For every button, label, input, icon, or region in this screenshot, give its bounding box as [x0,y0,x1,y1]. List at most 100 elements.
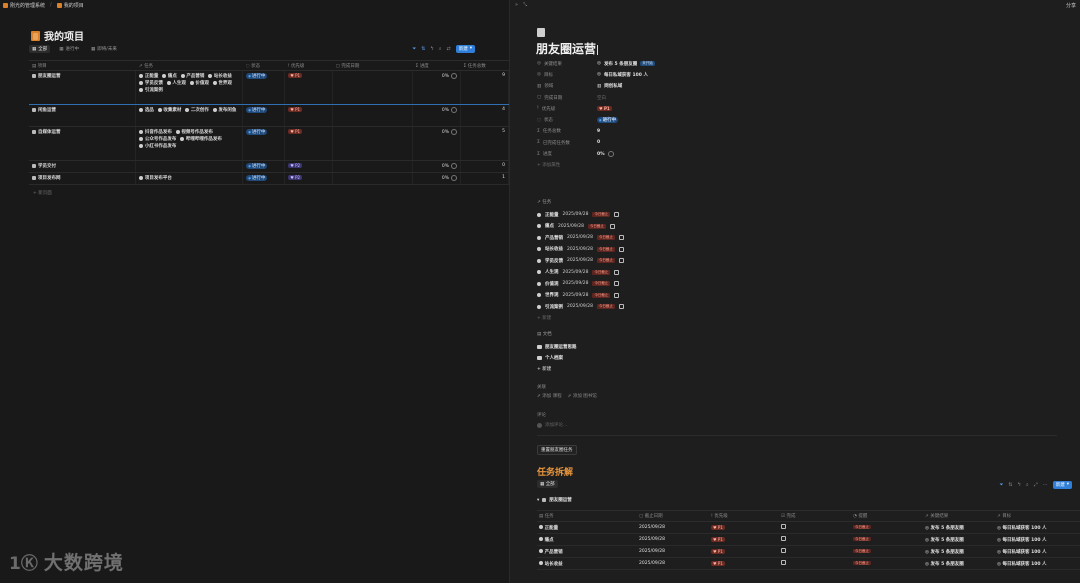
task-chip[interactable]: 产品营销 [180,73,204,79]
sort-icon[interactable]: ⇅ [421,46,425,52]
tab-upcoming[interactable]: ▦ 即将/未来 [88,45,120,53]
checkbox[interactable] [781,536,786,541]
priority-badge[interactable]: ♥ P1 [288,73,303,78]
task-chip[interactable]: 站长收益 [208,73,232,79]
collapse-icon[interactable]: » [515,2,518,8]
page-title-text[interactable]: 我的项目 [44,28,84,43]
table-row[interactable]: 痛点 2025/09/28 ♥ P1 今日截止 ◎ 发布 5 条朋友圈 ◎ 每日… [537,533,1080,546]
expand-icon[interactable]: ⤢ [1034,482,1038,488]
col-tasks[interactable]: ↗ 任务 [135,60,243,71]
breadcrumb-workspace[interactable]: 刚光的管理系统 [10,2,45,9]
add-row-button[interactable]: + 新页面 [33,190,52,196]
table-row[interactable]: 自媒体运营 抖音作品发布 视频号作品发布 公众号作品发布 哔哩哔哩作品发布 小红… [29,126,510,161]
col-count[interactable]: Σ 任务总数 [460,60,509,71]
task-chip[interactable]: 项目发布平台 [139,175,172,181]
col-project[interactable]: ▤ 项目 [29,60,136,71]
comment-input[interactable]: 添加评论... [545,422,567,428]
task-chip[interactable]: 公众号作品发布 [139,136,176,142]
col-date[interactable]: ▢ 完成日期 [332,60,413,71]
project-name[interactable]: 闲鱼运营 [38,107,56,113]
breadcrumb-page[interactable]: 我的项目 [64,2,84,9]
new-doc-button[interactable]: + 新建 [537,363,577,374]
checkbox[interactable] [618,235,624,241]
status-badge[interactable]: 进行中 [246,73,268,79]
date-cell[interactable] [332,70,414,105]
search-icon[interactable]: ⌕ [439,46,442,52]
list-item[interactable]: 世界观 2025/09/28 今日截止 [537,290,837,302]
checkbox[interactable] [781,524,786,529]
priority-badge[interactable]: ♥ P1 [711,560,725,566]
add-course-link[interactable]: ⇗ 添加 课程 [537,393,562,399]
status-badge[interactable]: 进行中 [246,163,268,169]
table-row[interactable]: 学员交付 进行中 ♥ P2 0% 0 [29,160,510,173]
filter-icon[interactable]: ⏷ [412,46,416,52]
new-button[interactable]: 新建 ▾ [455,45,475,53]
task-chip[interactable]: 正能量 [139,73,158,79]
table-row[interactable]: 朋友圈运营 正能量 痛点 产品营销 站长收益 学员反馈 人生观 价值观 世界观 … [29,70,510,105]
project-name[interactable]: 学员交付 [38,163,56,169]
task-chip[interactable]: 小红书作品发布 [139,143,176,149]
prop-status[interactable]: ◌状态 进行中 [537,114,837,125]
col-goal[interactable]: ↗ 目标 [995,510,1080,522]
table-row[interactable]: 产品营销 2025/09/28 ♥ P1 今日截止 ◎ 发布 5 条朋友圈 ◎ … [537,545,1080,558]
table-row[interactable]: 正能量 2025/09/28 ♥ P1 今日截止 ◎ 发布 5 条朋友圈 ◎ 每… [537,521,1080,534]
col-priority[interactable]: ! 优先级 [709,510,779,522]
prop-date[interactable]: ▢ 完成日期 空白 [537,92,837,103]
col-progress[interactable]: Σ 进度 [412,60,461,71]
date-cell[interactable] [332,104,414,127]
tab-all[interactable]: ▦ 全部 [537,480,558,488]
task-chip[interactable]: 学员反馈 [139,80,163,86]
priority-badge[interactable]: ♥ P2 [288,175,303,180]
task-chip[interactable]: 人生观 [166,80,186,86]
status-badge[interactable]: 进行中 [246,129,268,135]
checkbox[interactable] [614,292,620,298]
date-cell[interactable] [332,126,414,161]
prop-goal[interactable]: ◎ 目标 ◎ 每日私域获客 100 人 [537,69,837,80]
add-library-link[interactable]: ⇗ 添加 图书馆 [568,393,597,399]
task-chip[interactable]: 引流案例 [139,87,163,93]
col-priority[interactable]: ! 优先级 [284,60,333,71]
checkbox[interactable] [614,212,620,218]
date-cell[interactable] [332,172,414,185]
priority-badge[interactable]: ♥ P1 [288,107,303,112]
checkbox[interactable] [618,258,624,264]
status-badge[interactable]: 进行中 [246,175,268,181]
list-item[interactable]: 引流案例 2025/09/28 今日截止 [537,301,837,313]
project-name[interactable]: 朋友圈运营 [38,73,61,79]
table-row[interactable]: 站长收益 2025/09/28 ♥ P1 今日截止 ◎ 发布 5 条朋友圈 ◎ … [537,557,1080,570]
lightning-icon[interactable]: ϟ [430,46,433,52]
project-name[interactable]: 项目发布网 [38,175,61,181]
list-item[interactable]: 学员反馈 2025/09/28 今日截止 [537,255,837,267]
priority-badge[interactable]: ♥ P1 [711,548,725,554]
new-button[interactable]: 新建 ▾ [1052,481,1072,489]
checkbox[interactable] [618,246,624,252]
list-item[interactable]: 产品营销 2025/09/28 今日截止 [537,232,837,244]
task-chip[interactable]: 发布闲鱼 [212,107,236,113]
col-task[interactable]: ▤ 任务 [537,510,637,522]
task-chip[interactable]: 收集素材 [157,107,181,113]
priority-badge[interactable]: ♥ P1 [711,524,725,530]
task-chip[interactable]: 选品 [139,107,154,113]
status-badge[interactable]: 进行中 [246,107,268,113]
detail-title[interactable]: 朋友圈运营 [536,40,599,57]
priority-badge[interactable]: ♥ P1 [711,536,725,542]
tab-in-progress[interactable]: ▦ 进行中 [56,45,82,53]
task-chip[interactable]: 价值观 [189,80,209,86]
list-item[interactable]: 正能量 2025/09/28 今日截止 [537,209,837,221]
list-item[interactable]: 价值观 2025/09/28 今日截止 [537,278,837,290]
col-status[interactable]: ◌ 状态 [242,60,285,71]
list-item[interactable]: 朋友圈运营思路 [537,341,577,352]
task-chip[interactable]: 二次创作 [185,107,209,113]
col-due[interactable]: ▢ 截止日期 [637,510,709,522]
table-row[interactable]: 闲鱼运营 选品 收集素材 二次创作 发布闲鱼 进行中 ♥ P1 0% 4 [29,104,510,127]
prop-key-result[interactable]: ◎ 关键结果 ◎ 发布 5 条朋友圈 未开始 [537,58,837,69]
checkbox[interactable] [614,269,620,275]
search-icon[interactable]: ⌕ [1026,482,1029,488]
task-chip[interactable]: 痛点 [162,73,177,79]
checkbox[interactable] [618,304,624,310]
checkbox[interactable] [781,560,786,565]
lightning-icon[interactable]: ϟ [1018,482,1021,488]
group-header[interactable]: ▾ 朋友圈运营 [537,497,572,504]
add-property-button[interactable]: + 添加属性 [537,160,837,171]
task-chip[interactable]: 抖音作品发布 [139,129,172,135]
